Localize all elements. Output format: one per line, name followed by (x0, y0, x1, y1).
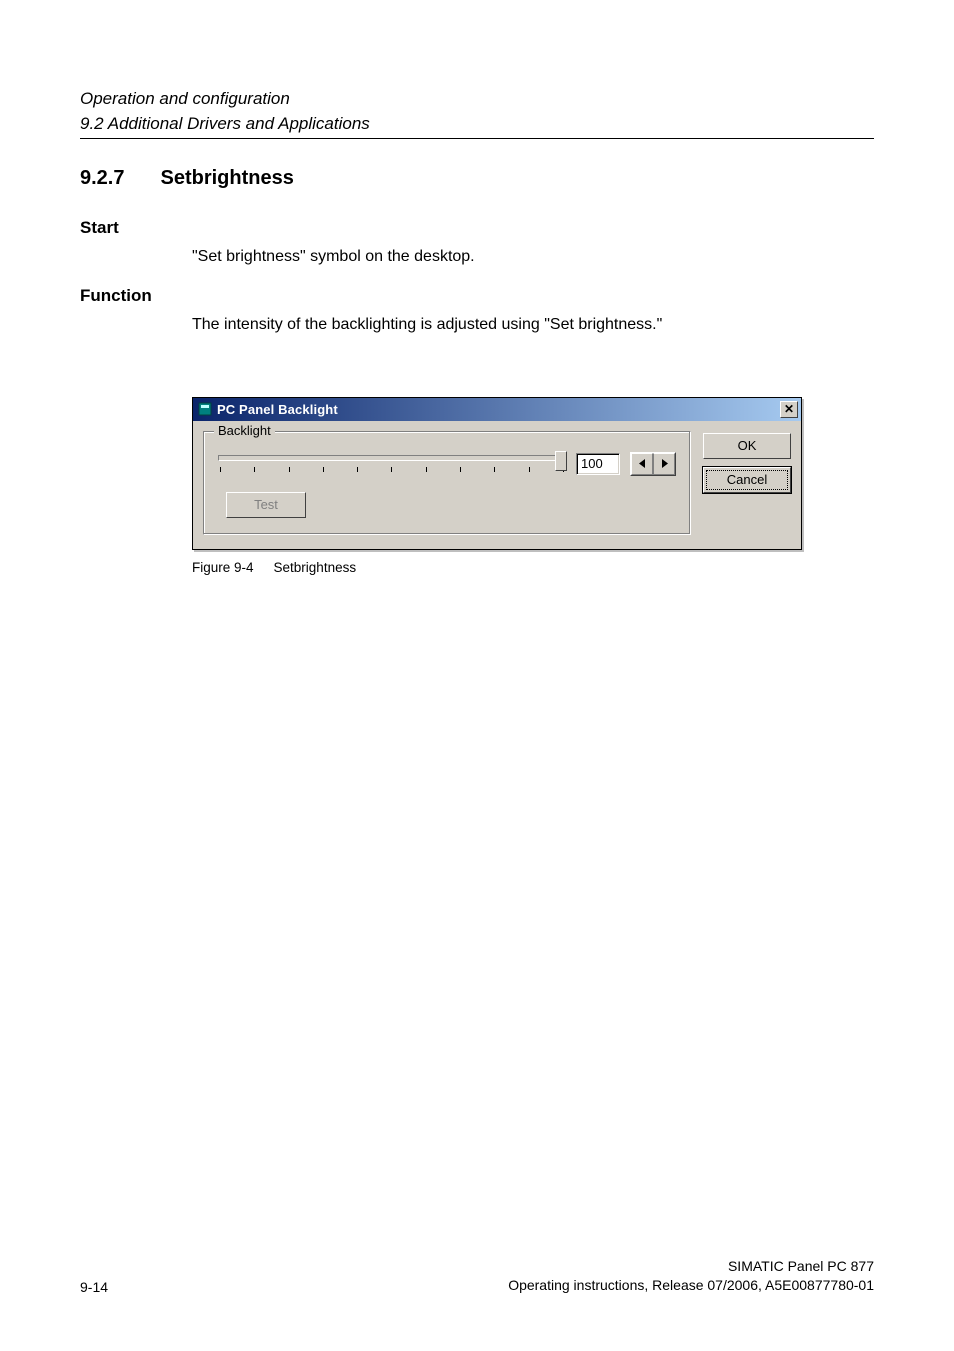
function-text: The intensity of the backlighting is adj… (192, 314, 874, 336)
ok-button-label: OK (738, 438, 757, 453)
brightness-value-field[interactable]: 100 (576, 453, 620, 475)
slider-track (218, 455, 566, 461)
ok-button[interactable]: OK (703, 433, 791, 459)
footer-product: SIMATIC Panel PC 877 (508, 1257, 874, 1276)
brightness-slider[interactable] (218, 455, 566, 472)
brightness-value: 100 (581, 456, 603, 471)
dialog-button-column: OK Cancel (703, 431, 791, 493)
test-button-label: Test (254, 497, 278, 512)
close-icon: ✕ (784, 402, 794, 416)
dialog-title: PC Panel Backlight (217, 402, 338, 417)
test-button[interactable]: Test (226, 492, 306, 518)
slider-thumb[interactable] (555, 451, 567, 471)
figure-caption: Figure 9-4 Setbrightness (192, 560, 874, 575)
cancel-button[interactable]: Cancel (703, 467, 791, 493)
close-button[interactable]: ✕ (780, 401, 798, 418)
footer-doc: Operating instructions, Release 07/2006,… (508, 1276, 874, 1295)
spin-decrease-button[interactable] (631, 453, 653, 475)
start-heading: Start (80, 218, 874, 238)
figure-label: Figure 9-4 (192, 560, 254, 575)
triangle-left-icon (639, 459, 646, 468)
slider-ticks (218, 467, 566, 472)
triangle-right-icon (661, 459, 668, 468)
page-footer: 9-14 SIMATIC Panel PC 877 Operating inst… (80, 1257, 874, 1295)
footer-right: SIMATIC Panel PC 877 Operating instructi… (508, 1257, 874, 1295)
function-heading: Function (80, 286, 874, 306)
page-number: 9-14 (80, 1279, 108, 1295)
dialog-titlebar[interactable]: PC Panel Backlight ✕ (193, 398, 801, 421)
app-icon (197, 402, 212, 417)
cancel-button-label: Cancel (727, 472, 767, 487)
dialog-window: PC Panel Backlight ✕ Backlight (192, 397, 802, 550)
figure-wrap: PC Panel Backlight ✕ Backlight (192, 397, 874, 575)
brightness-spin (630, 452, 676, 476)
section-number: 9.2.7 (80, 167, 124, 190)
section-heading: 9.2.7 Setbrightness (80, 167, 874, 190)
section-title: Setbrightness (160, 167, 293, 190)
spin-increase-button[interactable] (653, 453, 675, 475)
start-text: "Set brightness" symbol on the desktop. (192, 246, 874, 268)
running-header-line2: 9.2 Additional Drivers and Applications (80, 113, 874, 136)
dialog-body: Backlight 100 (193, 421, 801, 549)
header-rule (80, 138, 874, 139)
dialog-title-left: PC Panel Backlight (197, 402, 338, 417)
figure-caption-text: Setbrightness (274, 560, 357, 575)
running-header-line1: Operation and configuration (80, 88, 874, 111)
groupbox-legend: Backlight (214, 423, 275, 438)
slider-row: 100 (218, 452, 676, 476)
backlight-groupbox: Backlight 100 (203, 431, 691, 535)
